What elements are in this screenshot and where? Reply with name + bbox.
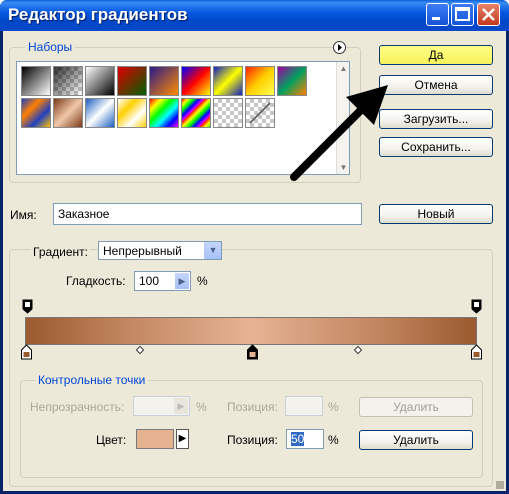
color-stop-mid[interactable] bbox=[247, 344, 259, 361]
smoothness-arrow-icon[interactable]: ▶ bbox=[175, 273, 189, 289]
ok-button-label: Да bbox=[428, 48, 444, 62]
title-bar: Редактор градиентов bbox=[0, 0, 509, 31]
smoothness-value: 100 bbox=[139, 274, 160, 288]
maximize-icon bbox=[455, 7, 470, 21]
window-title: Редактор градиентов bbox=[8, 5, 188, 24]
chevron-down-icon[interactable]: ▼ bbox=[204, 242, 221, 259]
resize-grip-icon[interactable] bbox=[496, 481, 504, 489]
opacity-stop-right[interactable] bbox=[471, 299, 483, 315]
gradient-preview-bar[interactable] bbox=[25, 317, 477, 345]
scroll-up-icon[interactable]: ▲ bbox=[338, 63, 349, 74]
presets-menu-button[interactable] bbox=[333, 41, 346, 54]
dialog-body: Наборы ▲ ▼ Да Отмена Загрузить... Сохран… bbox=[3, 31, 506, 491]
opacity-position-label: Позиция: bbox=[227, 400, 278, 414]
preset-swatch[interactable] bbox=[21, 66, 51, 96]
name-field[interactable]: Заказное bbox=[53, 203, 362, 225]
opacity-position-field bbox=[285, 396, 323, 416]
preset-swatch[interactable] bbox=[149, 66, 179, 96]
smoothness-field[interactable]: 100 ▶ bbox=[134, 271, 191, 291]
preset-swatch[interactable] bbox=[213, 98, 243, 128]
color-position-field[interactable]: 50 bbox=[286, 429, 324, 449]
opacity-position-unit: % bbox=[328, 400, 339, 414]
gradient-type-value: Непрерывный bbox=[103, 244, 182, 258]
preset-swatch[interactable] bbox=[53, 98, 83, 128]
preset-swatch[interactable] bbox=[21, 98, 51, 128]
color-stop-right[interactable] bbox=[471, 344, 483, 361]
preset-swatch[interactable] bbox=[213, 66, 243, 96]
preset-swatch[interactable] bbox=[245, 66, 275, 96]
smoothness-label: Гладкость: bbox=[66, 274, 126, 288]
pointer-arrow-annotation bbox=[290, 85, 388, 181]
minimize-icon bbox=[432, 17, 440, 20]
presets-label: Наборы bbox=[25, 40, 76, 54]
opacity-arrow-icon: ▶ bbox=[174, 398, 188, 414]
color-stop-left[interactable] bbox=[21, 344, 33, 361]
smoothness-unit: % bbox=[197, 274, 208, 288]
opacity-field: ▶ bbox=[133, 396, 190, 416]
color-position-value: 50 bbox=[291, 432, 305, 446]
gradient-editor-window: Редактор градиентов Наборы ▲ ▼ Да Отмена… bbox=[0, 0, 509, 494]
new-button[interactable]: Новый bbox=[379, 204, 493, 224]
close-button[interactable] bbox=[477, 3, 500, 26]
opacity-label: Непрозрачность: bbox=[30, 400, 125, 414]
circle-arrow-icon bbox=[338, 44, 342, 51]
color-menu-arrow-icon[interactable]: ▶ bbox=[176, 429, 189, 449]
minimize-button[interactable] bbox=[426, 3, 449, 26]
color-delete-button[interactable]: Удалить bbox=[359, 430, 473, 450]
color-position-label: Позиция: bbox=[227, 433, 278, 447]
stops-group bbox=[20, 380, 483, 478]
preset-swatch[interactable] bbox=[85, 98, 115, 128]
stops-group-label: Контрольные точки bbox=[35, 373, 149, 387]
ok-button[interactable]: Да bbox=[379, 45, 493, 65]
preset-swatch[interactable] bbox=[181, 66, 211, 96]
preset-swatch[interactable] bbox=[149, 98, 179, 128]
preset-swatch[interactable] bbox=[181, 98, 211, 128]
name-label: Имя: bbox=[10, 208, 37, 222]
opacity-delete-button: Удалить bbox=[359, 397, 473, 417]
preset-swatch[interactable] bbox=[85, 66, 115, 96]
preset-swatch[interactable] bbox=[117, 66, 147, 96]
opacity-stop-left[interactable] bbox=[22, 299, 34, 315]
color-label: Цвет: bbox=[96, 433, 127, 447]
gradient-type-label: Градиент: bbox=[31, 245, 91, 259]
close-icon bbox=[482, 8, 495, 21]
preset-swatch[interactable] bbox=[53, 66, 83, 96]
preset-swatch[interactable] bbox=[245, 98, 275, 128]
color-swatch[interactable] bbox=[136, 429, 174, 449]
maximize-button[interactable] bbox=[451, 3, 474, 26]
preset-swatch[interactable] bbox=[117, 98, 147, 128]
opacity-unit: % bbox=[196, 400, 207, 414]
color-position-unit: % bbox=[328, 433, 339, 447]
gradient-type-select[interactable]: Непрерывный ▼ bbox=[98, 241, 222, 260]
